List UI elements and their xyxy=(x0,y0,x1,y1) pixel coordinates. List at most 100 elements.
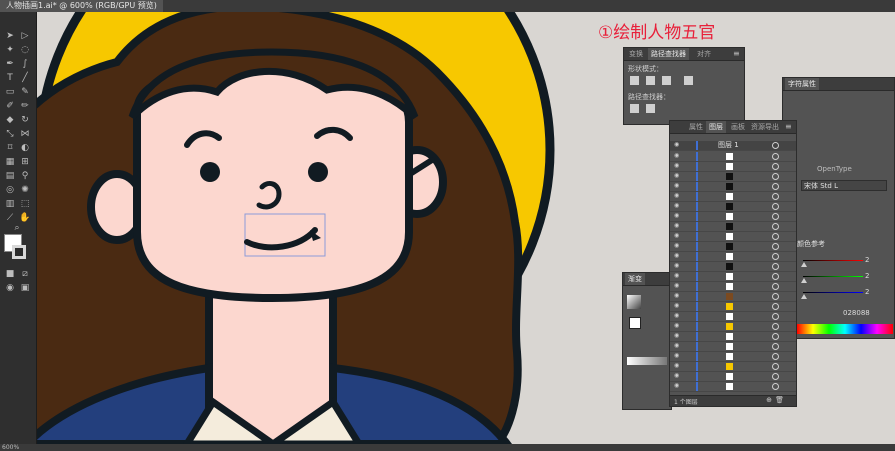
sublayer-row[interactable]: ◉ xyxy=(670,242,796,252)
tab-transform[interactable]: 变换 xyxy=(626,48,646,60)
sublayer-row[interactable]: ◉ xyxy=(670,362,796,372)
divide-icon[interactable] xyxy=(630,104,639,113)
exclude-icon[interactable] xyxy=(684,76,693,85)
target-circle-icon[interactable] xyxy=(772,203,779,210)
layers-menu-icon[interactable]: ≡ xyxy=(785,123,793,131)
blue-slider[interactable] xyxy=(803,292,863,293)
visibility-eye-icon[interactable]: ◉ xyxy=(674,373,682,379)
panel-menu-icon[interactable]: ≡ xyxy=(733,50,741,58)
eyedropper-icon[interactable]: ⚲ xyxy=(18,170,32,182)
sublayer-row[interactable]: ◉ xyxy=(670,182,796,192)
zoom-level[interactable]: 600% xyxy=(2,444,19,451)
target-circle-icon[interactable] xyxy=(772,153,779,160)
gradient-preview[interactable] xyxy=(627,295,641,309)
tab-character[interactable]: 字符属性 xyxy=(785,78,819,90)
visibility-eye-icon[interactable]: ◉ xyxy=(674,253,682,259)
new-layer-icon[interactable]: ⊕ xyxy=(766,396,772,404)
symbol-sprayer-icon[interactable]: ✺ xyxy=(18,184,32,196)
visibility-eye-icon[interactable]: ◉ xyxy=(674,333,682,339)
curvature-icon[interactable]: ∫ xyxy=(18,58,32,70)
visibility-eye-icon[interactable]: ◉ xyxy=(674,313,682,319)
visibility-eye-icon[interactable]: ◉ xyxy=(674,183,682,189)
red-slider[interactable] xyxy=(803,260,863,261)
target-circle-icon[interactable] xyxy=(772,373,779,380)
tab-align[interactable]: 对齐 xyxy=(694,48,714,60)
pencil-icon[interactable]: ✏ xyxy=(18,100,32,112)
target-circle-icon[interactable] xyxy=(772,363,779,370)
delete-layer-icon[interactable]: 🗑 xyxy=(775,396,784,404)
visibility-eye-icon[interactable]: ◉ xyxy=(674,383,682,389)
visibility-eye-icon[interactable]: ◉ xyxy=(674,283,682,289)
type-icon[interactable]: T xyxy=(3,72,17,84)
scale-icon[interactable]: ⤡ xyxy=(3,128,17,140)
sublayer-row[interactable]: ◉ xyxy=(670,162,796,172)
blue-slider-knob[interactable] xyxy=(801,294,807,299)
blue-value[interactable]: 2 xyxy=(865,288,869,296)
visibility-eye-icon[interactable]: ◉ xyxy=(674,363,682,369)
tab-pathfinder[interactable]: 路径查找器 xyxy=(648,48,689,60)
trim-icon[interactable] xyxy=(646,104,655,113)
target-circle-icon[interactable] xyxy=(772,253,779,260)
layer-row-top[interactable]: ◉ 图层 1 xyxy=(670,141,796,151)
target-circle-icon[interactable] xyxy=(772,223,779,230)
visibility-eye-icon[interactable]: ◉ xyxy=(674,303,682,309)
visibility-eye-icon[interactable]: ◉ xyxy=(674,233,682,239)
draw-mode-icon[interactable]: ◉ xyxy=(3,282,17,294)
selection-icon[interactable]: ➤ xyxy=(3,30,17,42)
artboard-icon[interactable]: ⬚ xyxy=(18,198,32,210)
red-slider-knob[interactable] xyxy=(801,262,807,267)
none-mode-icon[interactable]: ⧄ xyxy=(18,268,32,280)
color-spectrum[interactable] xyxy=(797,324,893,334)
stroke-swatch[interactable] xyxy=(12,245,26,259)
sublayer-row[interactable]: ◉ xyxy=(670,332,796,342)
visibility-eye-icon[interactable]: ◉ xyxy=(674,173,682,179)
target-circle-icon[interactable] xyxy=(772,163,779,170)
shape-builder-icon[interactable]: ◐ xyxy=(18,142,32,154)
sublayer-row[interactable]: ◉ xyxy=(670,272,796,282)
lasso-icon[interactable]: ◌ xyxy=(18,44,32,56)
visibility-eye-icon[interactable]: ◉ xyxy=(674,293,682,299)
visibility-eye-icon[interactable]: ◉ xyxy=(674,273,682,279)
sublayer-row[interactable]: ◉ xyxy=(670,372,796,382)
sublayer-row[interactable]: ◉ xyxy=(670,312,796,322)
target-circle-icon[interactable] xyxy=(772,213,779,220)
target-circle-icon[interactable] xyxy=(772,293,779,300)
visibility-eye-icon[interactable]: ◉ xyxy=(674,353,682,359)
sublayer-row[interactable]: ◉ xyxy=(670,342,796,352)
visibility-eye-icon[interactable]: ◉ xyxy=(674,163,682,169)
line-icon[interactable]: ╱ xyxy=(18,72,32,84)
hex-value[interactable]: 028088 xyxy=(843,309,870,317)
target-circle-icon[interactable] xyxy=(772,283,779,290)
target-circle-icon[interactable] xyxy=(772,313,779,320)
visibility-eye-icon[interactable]: ◉ xyxy=(674,142,682,148)
tab-asset-export[interactable]: 资源导出 xyxy=(748,121,782,133)
target-circle-icon[interactable] xyxy=(772,193,779,200)
zoom-icon[interactable]: ⌕ xyxy=(10,222,24,234)
screen-mode-icon[interactable]: ▣ xyxy=(18,282,32,294)
gradient-icon[interactable]: ▤ xyxy=(3,170,17,182)
paintbrush-icon[interactable]: ✎ xyxy=(18,86,32,98)
target-circle-icon[interactable] xyxy=(772,303,779,310)
target-circle-icon[interactable] xyxy=(772,343,779,350)
tab-layers[interactable]: 图层 xyxy=(706,121,726,133)
tab-properties[interactable]: 属性 xyxy=(686,121,706,133)
sublayer-row[interactable]: ◉ xyxy=(670,382,796,392)
visibility-eye-icon[interactable]: ◉ xyxy=(674,243,682,249)
width-icon[interactable]: ⋈ xyxy=(18,128,32,140)
pen-icon[interactable]: ✒ xyxy=(3,58,17,70)
gradient-slider[interactable] xyxy=(627,357,667,365)
sublayer-row[interactable]: ◉ xyxy=(670,302,796,312)
target-circle-icon[interactable] xyxy=(772,333,779,340)
visibility-eye-icon[interactable]: ◉ xyxy=(674,193,682,199)
target-circle-icon[interactable] xyxy=(772,183,779,190)
visibility-eye-icon[interactable]: ◉ xyxy=(674,153,682,159)
sublayer-row[interactable]: ◉ xyxy=(670,292,796,302)
tab-artboards[interactable]: 画板 xyxy=(728,121,748,133)
sublayer-row[interactable]: ◉ xyxy=(670,232,796,242)
sublayer-row[interactable]: ◉ xyxy=(670,212,796,222)
sublayer-row[interactable]: ◉ xyxy=(670,202,796,212)
sublayer-row[interactable]: ◉ xyxy=(670,352,796,362)
rotate-icon[interactable]: ↻ xyxy=(18,114,32,126)
sublayer-row[interactable]: ◉ xyxy=(670,172,796,182)
mesh-icon[interactable]: ⊞ xyxy=(18,156,32,168)
